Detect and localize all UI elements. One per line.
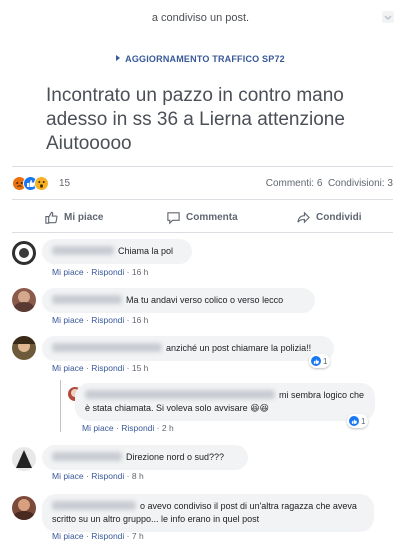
comment-reply-link[interactable]: Rispondi [121,423,154,433]
post-stats[interactable]: Commenti: 6 Condivisioni: 3 [266,178,393,189]
post-text: Incontrato un pazzo in contro mano adess… [46,85,345,154]
comment-bubble: Direzione nord o sud??? [42,445,248,470]
divider [12,232,393,233]
comment-meta: Mi piace · Rispondi · 15 h [52,363,149,373]
comment-like-badge[interactable]: 1 [347,414,369,428]
comment-time[interactable]: 15 h [132,363,149,373]
like-label: Mi piace [64,211,104,223]
comment-bubble: mi sembra logico che è stata chiamata. S… [75,383,375,421]
avatar[interactable] [12,336,36,360]
reactions-bar[interactable]: 15 Commenti: 6 Condivisioni: 3 [12,176,393,192]
reaction-count[interactable]: 15 [59,178,70,189]
comment-like-link[interactable]: Mi piace [52,471,84,481]
comment-like-link[interactable]: Mi piace [52,363,84,373]
group-link[interactable]: AGGIORNAMENTO TRAFFICO SP72 [0,54,401,64]
comment-like-link[interactable]: Mi piace [52,267,84,277]
comment-bubble: o avevo condiviso il post di un'altra ra… [42,494,374,532]
comment-like-link[interactable]: Mi piace [52,315,84,325]
author-name[interactable] [52,501,136,510]
like-badge-icon [349,416,359,426]
comment-reply-link[interactable]: Rispondi [91,315,124,325]
reply-thread-line [60,380,61,432]
comment-reply-link[interactable]: Rispondi [91,471,124,481]
group-name[interactable]: AGGIORNAMENTO TRAFFICO SP72 [125,54,285,64]
post-actions: Mi piace Commenta Condividi [12,206,393,228]
shared-post-card: a condiviso un post. AGGIORNAMENTO TRAFF… [0,0,401,545]
avatar[interactable] [12,241,36,265]
author-name[interactable] [52,343,162,352]
like-button[interactable]: Mi piace [44,206,103,228]
comment-reply-link[interactable]: Rispondi [91,267,124,277]
comment-text: Direzione nord o sud??? [126,452,225,462]
chevron-down-icon[interactable] [381,10,395,24]
comment-time[interactable]: 7 h [132,531,144,541]
divider [12,166,393,167]
comment-reply-link[interactable]: Rispondi [91,363,124,373]
share-button[interactable]: Condividi [296,206,362,228]
like-badge-count: 1 [361,416,366,426]
like-badge-count: 1 [323,356,328,366]
author-name[interactable] [85,390,275,399]
comment-like-badge[interactable]: 1 [309,354,331,368]
comment-meta: Mi piace · Rispondi · 2 h [82,423,174,433]
triangle-right-icon [116,55,121,61]
wow-reaction-icon [34,176,49,191]
divider [12,199,393,200]
author-name[interactable] [52,295,122,304]
comment-text: anziché un post chiamare la polizia!! [166,343,312,353]
comment-bubble: Ma tu andavi verso colico o verso lecco [42,288,315,313]
comment-reply-link[interactable]: Rispondi [91,531,124,541]
author-name[interactable] [52,246,114,255]
thumbs-up-icon [45,211,58,224]
share-label: Condividi [316,211,362,223]
comment-label: Commenta [186,211,238,223]
comment-like-link[interactable]: Mi piace [52,531,84,541]
share-icon [297,210,310,224]
avatar[interactable] [12,496,36,520]
comment-time[interactable]: 8 h [132,471,144,481]
comment-bubble: anziché un post chiamare la polizia!! [42,336,334,361]
comment-bubble: Chiama la pol [42,239,192,264]
comment-time[interactable]: 16 h [132,315,149,325]
shared-header: a condiviso un post. [151,12,250,24]
comment-meta: Mi piace · Rispondi · 8 h [52,471,144,481]
avatar[interactable] [12,288,36,312]
comment-like-link[interactable]: Mi piace [82,423,114,433]
author-name[interactable] [52,452,122,461]
comment-text: Chiama la pol [118,246,174,256]
comment-icon [167,211,180,224]
comment-meta: Mi piace · Rispondi · 7 h [52,531,144,541]
like-badge-icon [311,356,321,366]
comment-meta: Mi piace · Rispondi · 16 h [52,267,149,277]
comment-button[interactable]: Commenta [166,206,238,228]
comment-text: Ma tu andavi verso colico o verso lecco [126,295,284,305]
comment-time[interactable]: 16 h [132,267,149,277]
avatar[interactable] [12,447,36,471]
comment-meta: Mi piace · Rispondi · 16 h [52,315,149,325]
comment-time[interactable]: 2 h [162,423,174,433]
